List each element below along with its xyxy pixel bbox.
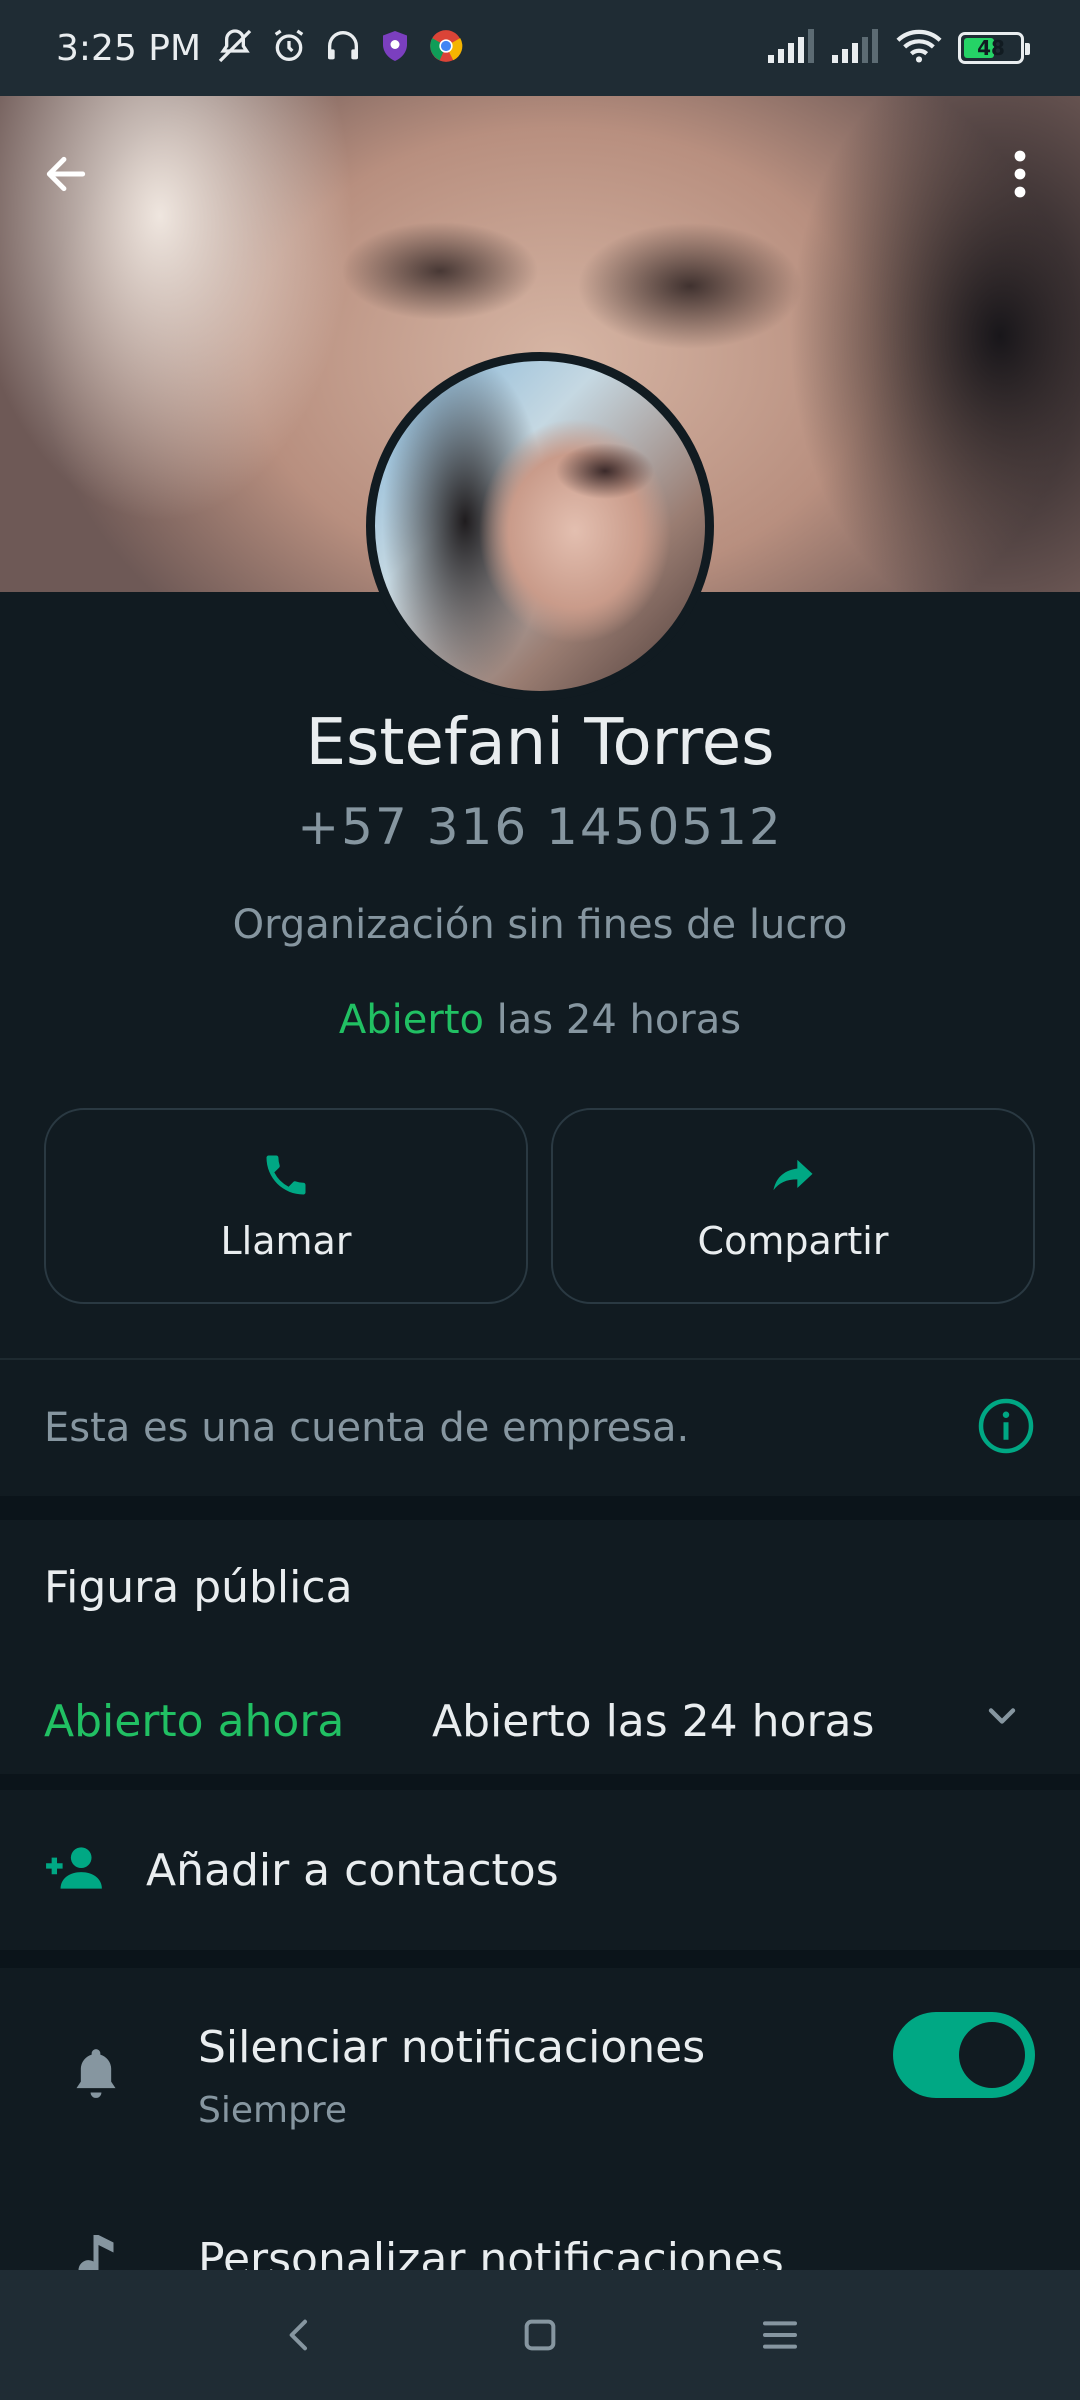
status-bar: 3:25 PM 48 (0, 0, 1080, 96)
chevron-down-icon[interactable] (980, 1694, 1024, 1749)
status-right-icons: 48 (768, 28, 1030, 68)
more-vertical-icon (1014, 150, 1026, 198)
status-left-icons (215, 26, 465, 70)
menu-lines-icon (763, 2321, 797, 2349)
business-account-notice[interactable]: Esta es una cuenta de empresa. (0, 1360, 1080, 1496)
mute-toggle[interactable] (893, 2012, 1035, 2098)
call-button[interactable]: Llamar (44, 1108, 528, 1304)
contact-name: Estefani Torres (305, 706, 775, 780)
share-label: Compartir (697, 1219, 889, 1263)
business-type-title: Figura pública (44, 1562, 353, 1613)
share-button[interactable]: Compartir (551, 1108, 1035, 1304)
hours-range-label: Abierto las 24 horas (432, 1696, 875, 1747)
section-gap (0, 1950, 1080, 1968)
contact-info-screen: 3:25 PM 48 Estefani Torres +57 316 14505… (0, 0, 1080, 2400)
call-label: Llamar (220, 1219, 352, 1263)
nav-home-button[interactable] (500, 2295, 580, 2375)
status-time: 3:25 PM (56, 27, 202, 69)
alarm-icon (269, 26, 309, 70)
battery-icon: 48 (958, 32, 1030, 64)
headset-icon (323, 26, 363, 70)
open-now-label: Abierto ahora (44, 1696, 345, 1747)
add-person-icon (44, 1843, 106, 1897)
signal-icon (832, 29, 880, 67)
add-to-contacts-row[interactable]: Añadir a contactos (0, 1790, 1080, 1950)
nav-back-button[interactable] (260, 2295, 340, 2375)
section-gap (0, 1774, 1080, 1790)
signal-icon (768, 29, 816, 67)
arrow-left-icon (46, 156, 86, 192)
add-to-contacts-label: Añadir a contactos (146, 1844, 559, 1896)
mute-bell-icon (215, 26, 255, 70)
contact-phone: +57 316 1450512 (297, 798, 783, 856)
toggle-knob (959, 2022, 1025, 2088)
hours-rest-label: las 24 horas (483, 997, 742, 1043)
bell-icon (70, 2044, 122, 2106)
hours-open-label: Abierto (338, 997, 484, 1043)
more-options-button[interactable] (980, 134, 1060, 214)
nav-recents-button[interactable] (740, 2295, 820, 2375)
business-hours-summary: Abierto las 24 horas (0, 997, 1080, 1043)
wifi-icon (896, 28, 942, 68)
chevron-left-icon (289, 2319, 307, 2351)
phone-icon (266, 1155, 306, 1195)
chrome-icon (427, 27, 465, 69)
square-icon (524, 2319, 556, 2351)
share-arrow-icon (773, 1159, 813, 1191)
profile-avatar[interactable] (366, 352, 714, 700)
mute-notifications-row[interactable]: Silenciar notificaciones Siempre (0, 1968, 1080, 2168)
system-nav-bar (0, 2270, 1080, 2400)
back-button[interactable] (26, 134, 106, 214)
info-icon[interactable] (976, 1396, 1036, 1460)
mute-sub-label: Siempre (198, 2090, 348, 2131)
shield-app-icon (377, 28, 413, 68)
business-category: Organización sin fines de lucro (232, 902, 848, 948)
business-hours-row[interactable]: Abierto ahora Abierto las 24 horas (44, 1694, 1044, 1749)
battery-level: 48 (977, 36, 1005, 60)
business-notice-text: Esta es una cuenta de empresa. (44, 1405, 690, 1451)
mute-label: Silenciar notificaciones (198, 2022, 706, 2073)
business-details-section: Figura pública Abierto ahora Abierto las… (0, 1520, 1080, 1774)
section-gap (0, 1496, 1080, 1520)
